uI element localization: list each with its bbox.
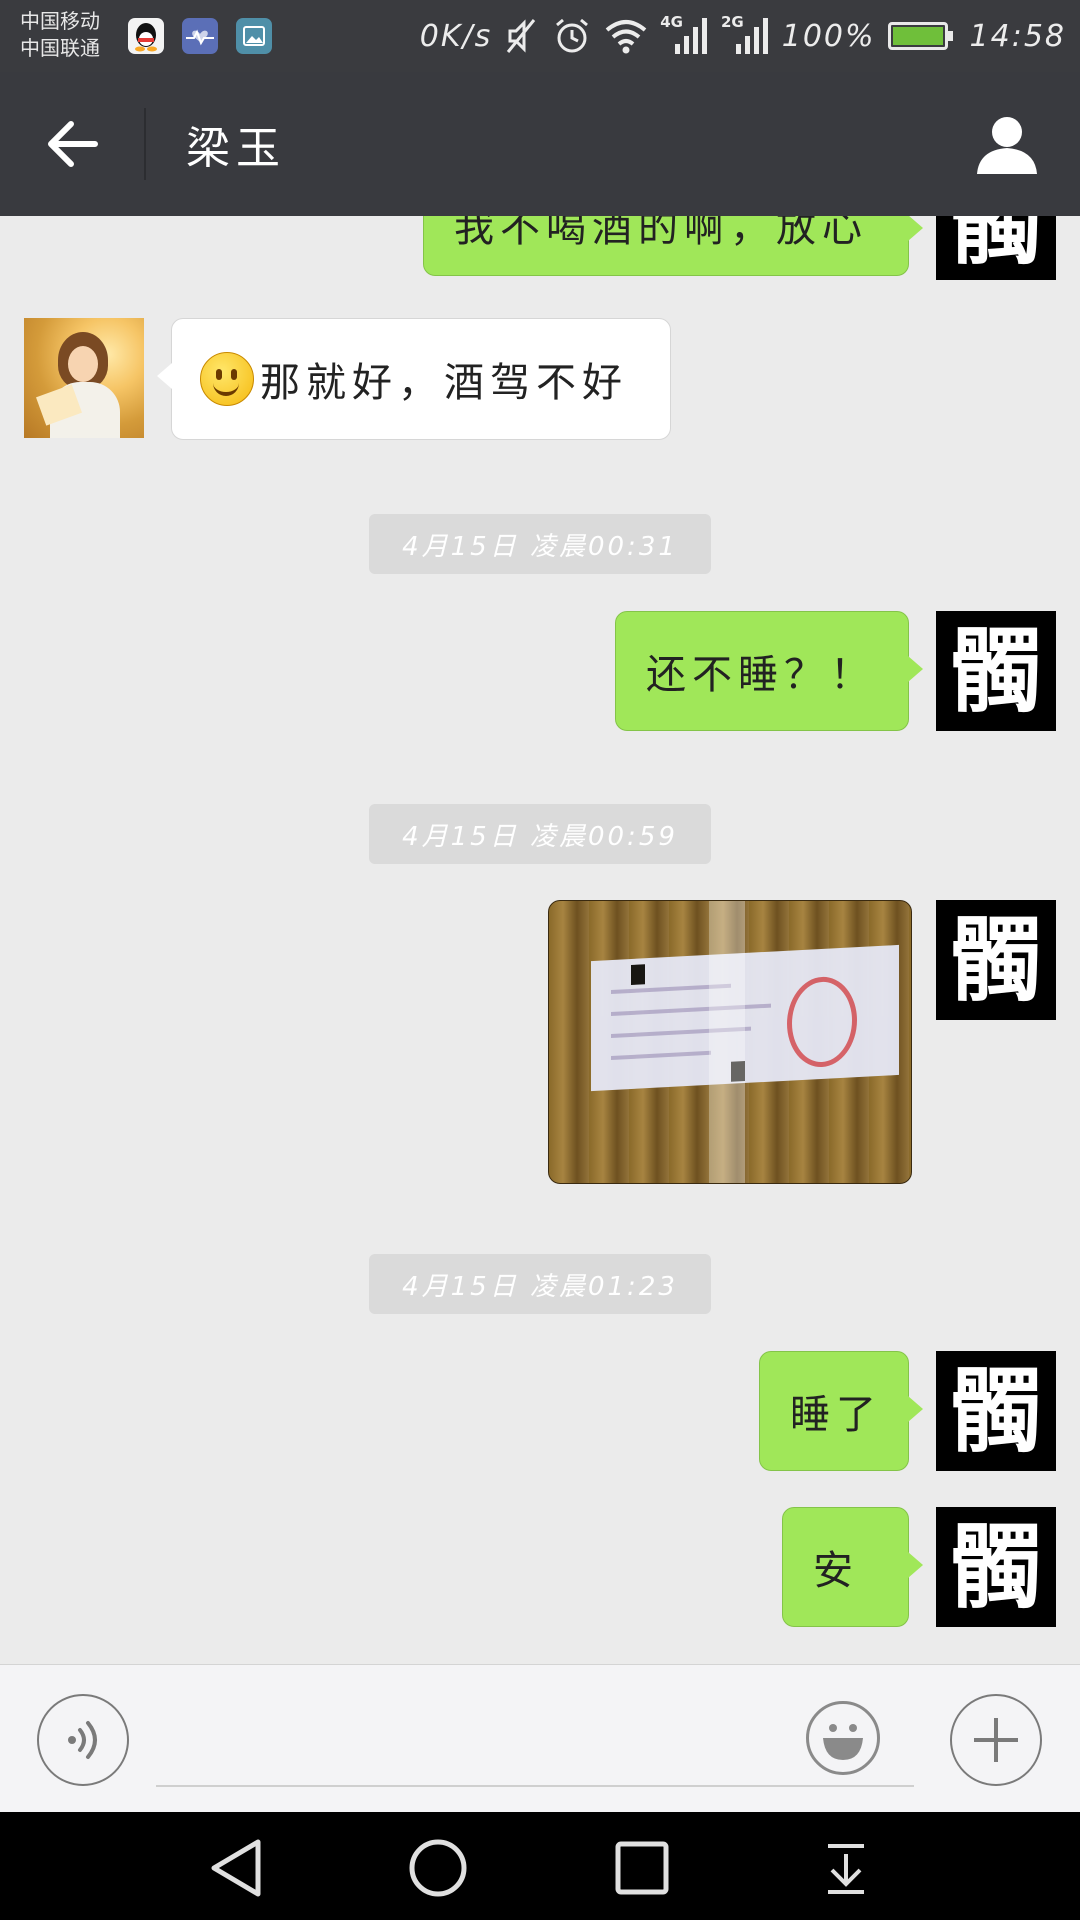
message-timestamp: 4月15日 凌晨00:31: [369, 514, 711, 574]
qq-icon: [128, 18, 164, 54]
message-text: 那就好，酒驾不好: [260, 360, 628, 406]
plus-icon: [974, 1718, 1018, 1762]
carrier-info: 中国移动 中国联通: [20, 8, 100, 62]
nav-notification-button[interactable]: [806, 1836, 886, 1900]
my-avatar[interactable]: 髑: [936, 611, 1056, 731]
message-outgoing[interactable]: 还不睡？！: [615, 611, 923, 731]
message-timestamp: 4月15日 凌晨00:59: [369, 804, 711, 864]
alarm-icon: [552, 16, 592, 56]
net-speed: 0K/s: [419, 18, 493, 54]
battery-icon: [887, 22, 953, 50]
ticket-photo: [591, 944, 899, 1092]
message-incoming[interactable]: 那就好，酒驾不好: [157, 318, 671, 440]
voice-button[interactable]: [37, 1694, 129, 1786]
more-button[interactable]: [950, 1694, 1042, 1786]
gallery-icon: [236, 18, 272, 54]
my-avatar[interactable]: 髑: [936, 1351, 1056, 1471]
message-outgoing[interactable]: 睡了: [759, 1351, 923, 1471]
header-divider: [144, 108, 146, 180]
carrier-2: 中国联通: [20, 36, 100, 60]
battery-percent: 100%: [781, 18, 876, 54]
signal-icon-1: 4G: [660, 13, 709, 56]
emoji-button[interactable]: [806, 1701, 880, 1775]
person-icon: [977, 117, 1037, 174]
message-list[interactable]: 我不喝酒的啊，放心 髑 那就好，酒驾不好 4月15日 凌晨00:31 还不睡？！…: [0, 216, 1080, 1664]
wifi-icon: [604, 17, 648, 55]
chat-header: 梁玉: [0, 72, 1080, 216]
contact-avatar[interactable]: [24, 318, 144, 438]
back-button[interactable]: [30, 112, 116, 176]
avatar-char: 髑: [949, 906, 1042, 1014]
emoji-icon: [823, 1724, 863, 1760]
carrier-1: 中国移动: [20, 9, 100, 33]
clock: 14:58: [969, 18, 1066, 54]
chat-info-button[interactable]: [972, 108, 1042, 180]
nav-notification-icon: [828, 1844, 864, 1894]
avatar-char: 髑: [949, 1357, 1042, 1465]
nav-back-icon: [211, 1839, 261, 1897]
message-text: 还不睡？！: [646, 652, 876, 698]
message-input[interactable]: [156, 1705, 914, 1787]
nav-home-icon: [409, 1839, 467, 1897]
smiley-emoji-icon: [200, 352, 254, 406]
my-avatar[interactable]: 髑: [936, 1507, 1056, 1627]
network-type-1: 4G: [660, 13, 683, 31]
system-nav-bar: [0, 1812, 1080, 1920]
voice-icon: [68, 1721, 97, 1759]
image-message[interactable]: [548, 900, 912, 1184]
message-outgoing[interactable]: 安: [782, 1507, 923, 1627]
input-bar: [0, 1664, 1080, 1813]
message-outgoing[interactable]: 我不喝酒的啊，放心: [423, 216, 923, 276]
status-bar: 中国移动 中国联通 0K/s 4G 2G 100% 14:58: [0, 0, 1080, 72]
message-text: 安: [813, 1548, 859, 1594]
nav-recents-button[interactable]: [602, 1836, 682, 1900]
avatar-char: 髑: [949, 1513, 1042, 1621]
signal-icon-2: 2G: [721, 13, 770, 56]
avatar-char: 髑: [949, 617, 1042, 725]
nav-home-button[interactable]: [398, 1836, 478, 1900]
message-timestamp: 4月15日 凌晨01:23: [369, 1254, 711, 1314]
message-text: 睡了: [790, 1392, 882, 1438]
chat-title: 梁玉: [186, 123, 286, 174]
mute-icon: [504, 16, 540, 56]
nav-back-button[interactable]: [196, 1836, 276, 1900]
my-avatar[interactable]: 髑: [936, 900, 1056, 1020]
back-arrow-icon: [48, 121, 98, 167]
nav-recents-icon: [615, 1841, 669, 1895]
my-avatar[interactable]: 髑: [936, 216, 1056, 280]
network-type-2: 2G: [721, 13, 744, 31]
avatar-char: 髑: [949, 216, 1042, 277]
health-app-icon: [182, 18, 218, 54]
message-text: 我不喝酒的啊，放心: [454, 216, 868, 251]
